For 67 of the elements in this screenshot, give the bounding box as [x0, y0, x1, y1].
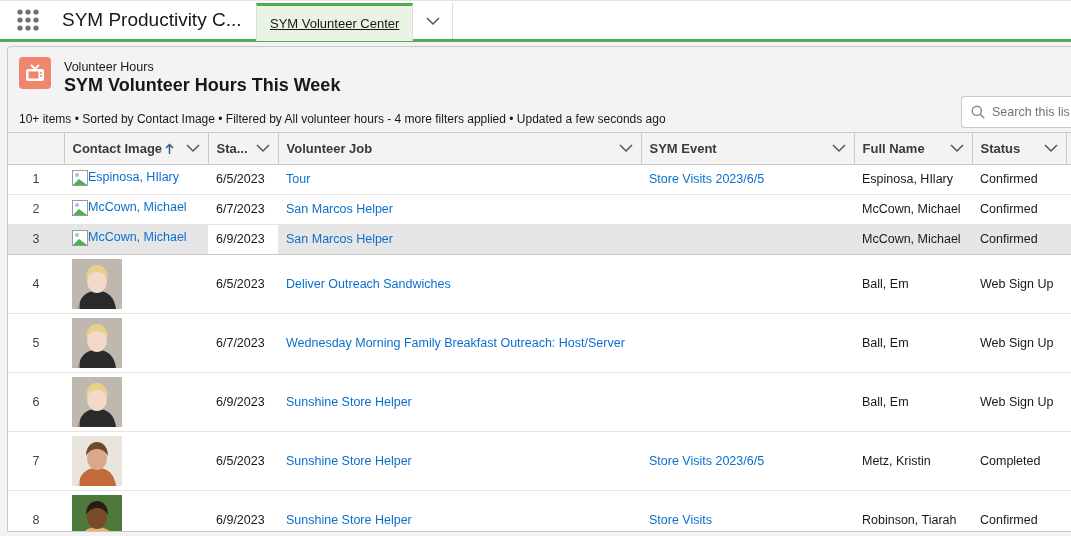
contact-image-link[interactable]: McCown, Michael — [72, 198, 187, 217]
list-title: SYM Volunteer Hours This Week — [64, 74, 341, 97]
column-menu-icon[interactable] — [255, 144, 270, 154]
nav-tab[interactable]: SYM Volunteer Center — [256, 3, 414, 41]
status-text: Web Sign Up — [980, 335, 1054, 350]
job-link[interactable]: Deliver Outreach Sandwiches — [286, 276, 451, 291]
job-link[interactable]: San Marcos Helper — [286, 202, 393, 217]
search-field[interactable]: Search this lis — [961, 96, 1071, 129]
sort-arrow-icon[interactable] — [165, 142, 175, 155]
date-text: 6/5/2023 — [216, 453, 265, 468]
column-menu-icon[interactable] — [185, 144, 200, 154]
event-link[interactable]: Store Visits 2023/6/5 — [649, 453, 765, 468]
full-name-text: Metz, Kristin — [862, 453, 931, 468]
app-name: SYM Productivity C... — [61, 7, 243, 32]
chevron-down-icon[interactable] — [425, 16, 440, 26]
column-menu-icon[interactable] — [1043, 144, 1058, 154]
full-name-text: McCown, Michael — [862, 232, 961, 247]
status-text: Confirmed — [980, 172, 1038, 187]
status-text: Confirmed — [980, 512, 1038, 527]
row-number: 2 — [32, 202, 40, 217]
row-number: 3 — [32, 232, 40, 247]
date-text: 6/9/2023 — [216, 232, 265, 247]
column-menu-icon[interactable] — [831, 144, 846, 154]
app-launcher-icon[interactable] — [17, 9, 39, 31]
row-number: 4 — [32, 276, 40, 291]
event-link[interactable]: Store Visits — [649, 512, 712, 527]
row-number: 5 — [32, 335, 40, 350]
job-link[interactable]: Sunshine Store Helper — [286, 453, 412, 468]
status-text: Confirmed — [980, 202, 1038, 217]
broken-image-icon — [72, 229, 88, 246]
broken-image-icon — [72, 199, 88, 216]
full-name-text: Ball, Em — [862, 276, 909, 291]
date-text: 6/9/2023 — [216, 394, 265, 409]
status-text: Completed — [980, 453, 1041, 468]
job-link[interactable]: Tour — [286, 172, 311, 187]
full-name-text: Ball, Em — [862, 394, 909, 409]
full-name-text: Ball, Em — [862, 335, 909, 350]
column-menu-icon[interactable] — [949, 144, 964, 154]
row-number: 6 — [32, 394, 40, 409]
date-text: 6/5/2023 — [216, 172, 265, 187]
row-number: 7 — [32, 453, 40, 468]
column-header[interactable]: SYM Event — [649, 139, 717, 159]
date-text: 6/5/2023 — [216, 276, 265, 291]
status-text: Confirmed — [980, 232, 1038, 247]
object-name: Volunteer Hours — [64, 60, 155, 75]
job-link[interactable]: Sunshine Store Helper — [286, 394, 412, 409]
broken-image-icon — [72, 169, 88, 186]
status-text: Web Sign Up — [980, 276, 1054, 291]
list-info: 10+ items • Sorted by Contact Image • Filtered by All volunteer hours - 4 more filters applied • Updated a few seconds ago — [19, 111, 666, 129]
job-link[interactable]: San Marcos Helper — [286, 232, 393, 247]
date-text: 6/7/2023 — [216, 202, 265, 217]
date-text: 6/7/2023 — [216, 335, 265, 350]
status-text: Web Sign Up — [980, 394, 1054, 409]
column-menu-icon[interactable] — [618, 144, 633, 154]
job-link[interactable]: Wednesday Morning Family Breakfast Outreach: Host/Server — [286, 335, 625, 350]
full-name-text: McCown, Michael — [862, 202, 961, 217]
date-text: 6/9/2023 — [216, 512, 265, 527]
search-icon — [971, 105, 985, 120]
list-icon — [19, 57, 51, 89]
job-link[interactable]: Sunshine Store Helper — [286, 512, 412, 527]
full-name-text: Robinson, Tiarah — [862, 512, 957, 527]
row-number: 8 — [32, 512, 40, 527]
row-number: 1 — [32, 172, 40, 187]
event-link[interactable]: Store Visits 2023/6/5 — [649, 172, 765, 187]
full-name-text: Espinosa, HIlary — [862, 172, 953, 187]
contact-image-link[interactable]: Espinosa, HIlary — [72, 168, 179, 187]
column-header[interactable]: Volunteer Job — [286, 139, 373, 159]
